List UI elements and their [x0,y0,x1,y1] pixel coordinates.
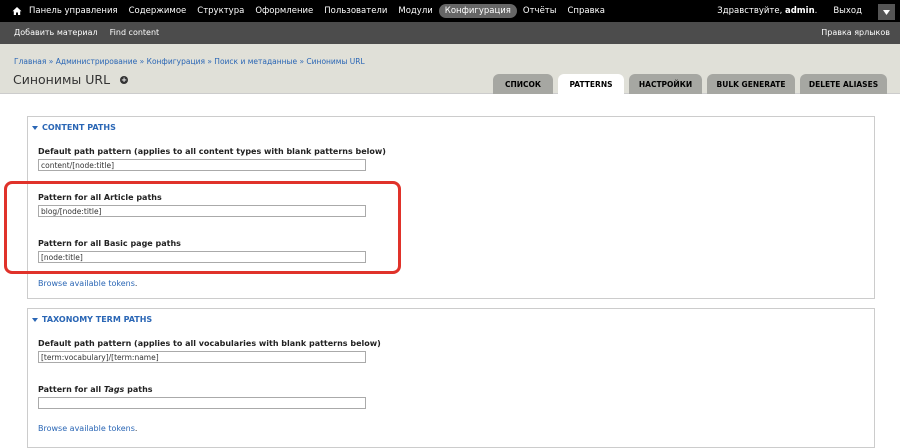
content-paths-fieldset: Content paths Default path pattern (appl… [27,116,875,299]
default-content-pattern-input[interactable] [38,159,366,171]
menu-dashboard[interactable]: Панель управления [29,6,118,16]
basic-page-pattern-input[interactable] [38,251,366,263]
basic-page-pattern-label: Pattern for all Basic page paths [38,239,181,248]
menu-configuration[interactable]: Конфигурация [438,4,517,18]
tab-settings[interactable]: Настройки [629,74,702,94]
shortcut-add-content[interactable]: Добавить материал [14,28,98,37]
username[interactable]: admin [785,6,815,16]
shortcut-find-content[interactable]: Find content [110,28,160,37]
logout-link[interactable]: Выход [833,6,862,16]
menu-appearance[interactable]: Оформление [255,6,313,16]
browse-tokens-link[interactable]: Browse available tokens. [38,279,137,288]
tab-patterns[interactable]: Patterns [558,74,624,94]
taxonomy-paths-legend[interactable]: Taxonomy term paths [32,315,152,324]
toolbar-menu: Панель управления Содержимое Структура О… [29,0,616,22]
menu-structure[interactable]: Структура [197,6,244,16]
admin-toolbar: Панель управления Содержимое Структура О… [0,0,900,22]
article-pattern-label: Pattern for all Article paths [38,193,162,202]
browse-tokens-link[interactable]: Browse available tokens. [38,424,137,433]
menu-content[interactable]: Содержимое [129,6,187,16]
default-taxonomy-pattern-label: Default path pattern (applies to all voc… [38,339,381,348]
tags-pattern-input[interactable] [38,397,366,409]
add-shortcut-icon[interactable]: + [120,75,129,84]
shortcuts-toggle-icon[interactable] [878,4,895,20]
content-paths-legend[interactable]: Content paths [32,123,116,132]
taxonomy-paths-fieldset: Taxonomy term paths Default path pattern… [27,308,875,448]
page-header: Главная » Администрирование » Конфигурац… [0,44,900,94]
tab-delete-aliases[interactable]: Delete aliases [800,74,887,94]
tab-list[interactable]: Список [493,74,553,94]
greeting: Здравствуйте, admin. [717,6,818,16]
menu-reports[interactable]: Отчёты [523,6,557,16]
menu-people[interactable]: Пользователи [324,6,387,16]
shortcuts-bar: Добавить материал Find content Правка яр… [0,22,900,44]
edit-shortcuts-link[interactable]: Правка ярлыков [821,22,890,42]
home-icon[interactable] [8,0,26,22]
tab-bulk-generate[interactable]: Bulk generate [707,74,795,94]
collapse-triangle-icon [32,125,38,130]
toolbar-user: Здравствуйте, admin. Выход [717,0,862,22]
breadcrumb[interactable]: Главная » Администрирование » Конфигурац… [14,57,365,66]
article-pattern-input[interactable] [38,205,366,217]
collapse-triangle-icon [32,317,38,322]
page-title: Синонимы URL + [13,72,129,87]
default-content-pattern-label: Default path pattern (applies to all con… [38,147,386,156]
menu-modules[interactable]: Модули [398,6,432,16]
default-taxonomy-pattern-input[interactable] [38,351,366,363]
tabs: Список Patterns Настройки Bulk generate … [488,74,887,94]
menu-help[interactable]: Справка [567,6,604,16]
tags-pattern-label: Pattern for all Tags paths [38,385,153,394]
